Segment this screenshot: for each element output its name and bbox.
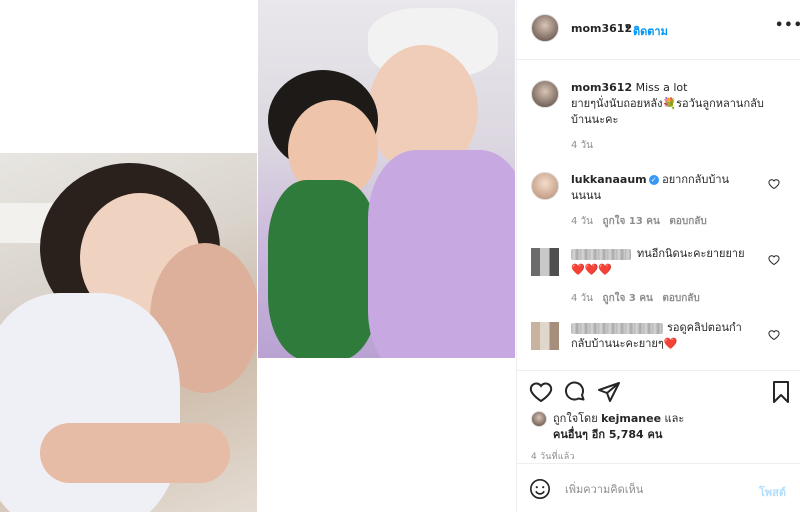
comment-likes[interactable]: ถูกใจ 13 คน: [603, 216, 660, 227]
photo-shape: [268, 180, 378, 358]
hidden-username[interactable]: [571, 323, 663, 334]
separator-dot: •: [624, 21, 631, 34]
post-comment-button[interactable]: โพสต์: [759, 483, 786, 501]
comment: lukkanaaum ✓ อยากกลับบ้าน นนนน: [571, 172, 771, 204]
avatar[interactable]: [531, 411, 547, 427]
liked-by-user[interactable]: kejmanee: [601, 412, 661, 425]
comment-meta: 4 วัน ถูกใจ 3 คน ตอบกลับ: [571, 291, 700, 306]
comment-text: ทนอีกนิดนะคะยายยาย: [637, 247, 745, 260]
comment-text: นนนน: [571, 189, 602, 202]
follow-button[interactable]: ติดตาม: [633, 22, 668, 40]
bookmark-icon[interactable]: [769, 380, 793, 404]
avatar[interactable]: [531, 14, 559, 42]
comment-hearts: ❤️❤️❤️: [571, 263, 613, 276]
verified-icon: ✓: [648, 175, 659, 185]
comment-time[interactable]: 4 วัน: [571, 293, 593, 304]
caption-line1: Miss a lot: [635, 81, 688, 94]
caption: mom3612 Miss a lot ยายๆนั่งนับถอยหลัง💐รอ…: [571, 80, 791, 128]
comment: ทนอีกนิดนะคะยายยาย: [637, 246, 777, 262]
liked-by: ถูกใจโดย kejmanee และ คนอื่นๆ อีก 5,784 …: [553, 411, 793, 443]
comment-text: รอดูคลิปตอนกำ: [667, 321, 742, 334]
comment-text: กลับบ้านนะคะยายๆ❤️: [571, 337, 678, 350]
comment-username[interactable]: lukkanaaum: [571, 173, 647, 186]
reply-button[interactable]: ตอบกลับ: [662, 293, 699, 304]
photo-shape: [40, 423, 230, 483]
post-header: mom3612 • ติดตาม •••: [517, 0, 800, 60]
comment-text: อยากกลับบ้าน: [662, 173, 730, 186]
caption-username[interactable]: mom3612: [571, 81, 632, 94]
others-suffix: คน: [647, 428, 663, 441]
heart-icon[interactable]: [768, 254, 780, 266]
avatar[interactable]: [531, 248, 559, 276]
avatar[interactable]: [531, 322, 559, 350]
comment: รอดูคลิปตอนกำ: [667, 320, 777, 336]
post-details-panel: mom3612 • ติดตาม ••• mom3612 Miss a lot …: [516, 0, 800, 512]
heart-icon[interactable]: [768, 329, 780, 341]
add-comment-bar: โพสต์: [517, 463, 800, 512]
more-icon[interactable]: •••: [775, 18, 800, 33]
liked-by-and: และ: [664, 412, 685, 425]
post-time[interactable]: 4 วันที่แล้ว: [531, 449, 575, 463]
likes-count: 5,784: [608, 428, 644, 441]
photo-shape: [368, 150, 515, 358]
caption-line3: บ้านนะคะ: [571, 113, 619, 126]
comment-likes[interactable]: ถูกใจ 3 คน: [603, 293, 653, 304]
caption-line2: ยายๆนั่งนับถอยหลัง💐รอวันลูกหลานกลับ: [571, 97, 764, 110]
comment-time[interactable]: 4 วัน: [571, 216, 593, 227]
heart-icon[interactable]: [529, 380, 553, 404]
avatar[interactable]: [531, 172, 559, 200]
comment-input[interactable]: [565, 480, 745, 498]
post-photo-right[interactable]: [258, 0, 515, 358]
share-icon[interactable]: [597, 380, 621, 404]
more-icon-glyph: •••: [775, 18, 800, 33]
others-link[interactable]: คนอื่นๆ อีก 5,784 คน: [553, 428, 662, 441]
comment-icon[interactable]: [563, 380, 587, 404]
comment-meta: 4 วัน ถูกใจ 13 คน ตอบกลับ: [571, 214, 707, 229]
heart-icon[interactable]: [768, 178, 780, 190]
post-media[interactable]: [0, 0, 516, 512]
others-prefix: คนอื่นๆ อีก: [553, 428, 606, 441]
post-username[interactable]: mom3612: [571, 22, 632, 35]
post-photo-left[interactable]: [0, 153, 257, 512]
emoji-icon[interactable]: [529, 478, 551, 500]
hidden-username[interactable]: [571, 249, 631, 260]
avatar[interactable]: [531, 80, 559, 108]
liked-by-prefix: ถูกใจโดย: [553, 412, 598, 425]
caption-time[interactable]: 4 วัน: [571, 138, 593, 153]
reply-button[interactable]: ตอบกลับ: [669, 216, 706, 227]
